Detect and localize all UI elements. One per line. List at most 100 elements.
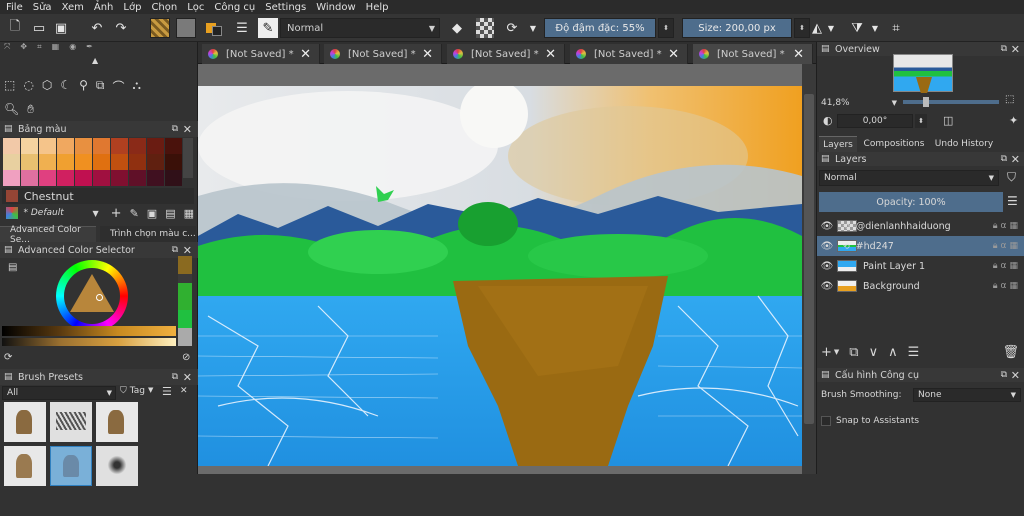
picker-icon[interactable]: ✒ [86,42,93,52]
menu-icon[interactable]: ☰ [1007,194,1018,208]
menu-select[interactable]: Chọn [151,2,177,13]
palette-swatch[interactable] [57,170,74,186]
chevron-down-icon[interactable]: ▼ [93,209,99,218]
palette-swatch[interactable] [57,138,74,154]
palette-swatch[interactable] [39,154,56,170]
menu-filter[interactable]: Lọc [187,2,204,13]
eye-icon[interactable]: 👁︎ [817,281,837,292]
move-layer-down-icon[interactable]: ∨ [869,345,879,360]
close-icon[interactable]: ✕ [1011,43,1020,56]
palette-swatch[interactable] [129,154,146,170]
bezier-select-icon[interactable]: ⌒ [112,78,124,94]
palette-swatch[interactable] [165,170,182,186]
brush-preset-item-selected[interactable] [50,446,92,486]
eye-icon[interactable]: 👁︎ [817,221,837,232]
freehand-select-icon[interactable]: ☾ [60,78,71,94]
palette-name[interactable]: * Default [24,208,93,218]
canvas-area[interactable] [198,64,816,474]
layer-row[interactable]: 👁︎ ⟲ @dienlanhhaiduong 🔒︎α▦ [817,216,1024,236]
close-icon[interactable]: ✕ [1011,153,1020,166]
pin-icon[interactable]: ✦ [1009,114,1018,127]
float-icon[interactable]: ⧉ [1001,44,1007,54]
float-icon[interactable]: ⧉ [172,372,178,382]
brush-preset-icon[interactable]: ✎ [258,18,278,38]
document-tab[interactable]: [Not Saved] * ✕ [324,44,442,64]
float-icon[interactable]: ⧉ [1001,370,1007,380]
palette-view-icon[interactable]: ▤ [165,207,175,220]
mirror-canvas-icon[interactable]: ◫ [943,114,953,127]
palette-scrollbar[interactable] [183,138,193,178]
palette-swatch[interactable] [147,154,164,170]
clear-icon[interactable]: ⊘ [182,352,190,363]
brush-preset-item[interactable] [96,446,138,486]
palette-swatch[interactable] [93,170,110,186]
grid-icon[interactable]: ▦ [184,207,194,220]
palette-swatch[interactable] [3,154,20,170]
fill-icon[interactable]: ◉ [69,42,76,52]
tab-compositions[interactable]: Compositions [861,136,927,152]
redo-icon[interactable]: ↷ [112,18,130,38]
tab-undo-history[interactable]: Undo History [931,136,997,152]
brush-settings-icon[interactable]: ☰ [232,18,252,38]
snap-assistants-row[interactable]: Snap to Assistants [821,416,919,426]
lock-alpha-icons[interactable]: 🔒︎α▦ [993,281,1021,291]
lock-alpha-icons[interactable]: 🔒︎α▦ [993,221,1021,231]
menu-edit[interactable]: Sửa [33,2,52,13]
scrollbar-thumb[interactable] [804,94,814,424]
close-icon[interactable]: ✕ [1011,369,1020,382]
settings-icon[interactable]: ▤ [8,262,17,273]
lock-icon[interactable]: ▤ [4,245,13,255]
palette-swatch[interactable] [75,138,92,154]
palette-swatch[interactable] [93,154,110,170]
palette-swatch[interactable] [129,138,146,154]
palette-swatch[interactable] [111,170,128,186]
lock-icon[interactable]: ▤ [821,44,830,54]
polygon-select-icon[interactable]: ⬡ [42,78,52,94]
rotation-spin-icon[interactable]: ⬍ [915,114,927,128]
close-icon[interactable]: ✕ [300,47,311,62]
delete-layer-icon[interactable]: 🗑︎ [1002,345,1019,360]
menu-file[interactable]: File [6,2,23,13]
value-gradient-bar[interactable] [2,326,176,336]
close-icon[interactable]: ✕ [183,371,192,384]
document-tab[interactable]: [Not Saved] * ✕ [570,44,688,64]
move-layer-up-icon[interactable]: ∧ [888,345,898,360]
layer-row[interactable]: 👁︎ Paint Layer 1 🔒︎α▦ [817,256,1024,276]
brush-preset-item[interactable] [4,446,46,486]
palette-swatch[interactable] [75,154,92,170]
canvas-vertical-scrollbar[interactable] [802,64,816,474]
crop-icon[interactable]: ⌗ [37,42,42,52]
palette-swatch[interactable] [147,170,164,186]
overview-thumbnail[interactable] [893,54,953,93]
rotate-icon[interactable]: ◐ [823,114,833,127]
reload-icon[interactable]: ⟳ [502,18,522,38]
lock-icon[interactable]: ▤ [4,372,13,382]
close-icon[interactable]: ✕ [183,244,192,257]
palette-swatch[interactable] [147,138,164,154]
painting-canvas[interactable] [198,86,802,466]
chevron-up-icon[interactable]: ▲ [92,56,98,65]
menu-window[interactable]: Window [316,2,355,13]
zoom-field[interactable]: 41,8% ▼ [821,96,901,110]
gradient-icon[interactable]: ▦ [52,42,60,52]
close-icon[interactable]: ✕ [422,47,433,62]
list-view-icon[interactable]: ☰ [162,385,172,398]
save-icon[interactable]: ▣ [147,207,157,220]
palette-swatch[interactable] [75,170,92,186]
lock-icon[interactable]: ▤ [4,124,13,134]
opacity-slider[interactable]: Độ đậm đặc: 55% [544,18,656,38]
color-wheel[interactable] [56,260,128,332]
filter-icon[interactable]: ⛉ [1007,170,1016,185]
edit-icon[interactable]: ✎ [130,207,139,220]
lock-icon[interactable]: ▤ [821,154,830,164]
palette-swatch[interactable] [21,138,38,154]
smoothing-select[interactable]: None ▼ [913,388,1021,402]
menu-layer[interactable]: Lớp [123,2,141,13]
mirror-horizontal-icon[interactable]: ◭ [806,18,828,38]
close-icon[interactable]: ✕ [180,386,188,396]
document-tab-active[interactable]: [Not Saved] * ✕ [693,44,813,64]
chevron-down-icon[interactable]: ▼ [870,18,880,38]
layer-opacity-slider[interactable]: Opacity: 100% [819,192,1003,212]
brush-preset-item[interactable] [50,402,92,442]
eye-icon[interactable]: 👁︎ [817,261,837,272]
